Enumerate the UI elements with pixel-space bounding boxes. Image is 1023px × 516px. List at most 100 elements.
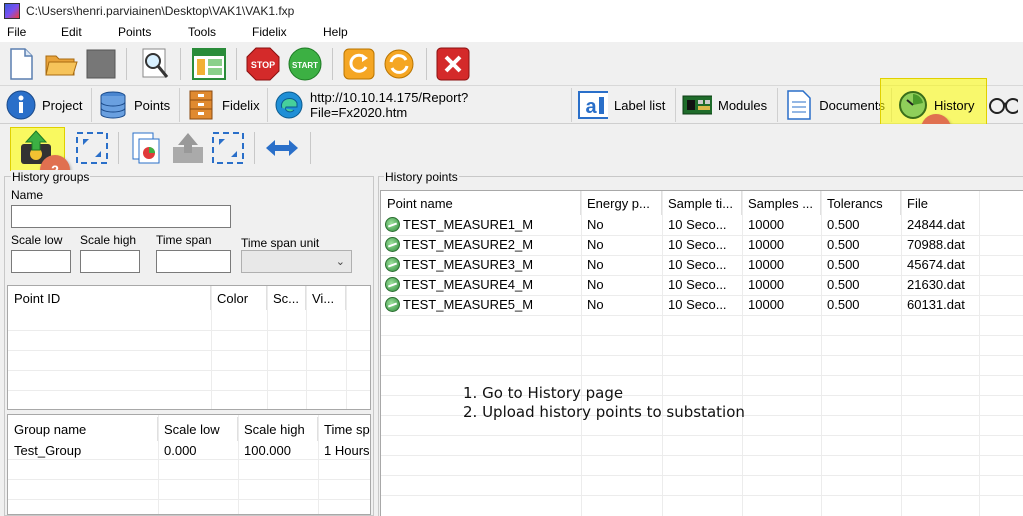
cell-samples: 10000 — [748, 297, 785, 312]
label-icon: a — [578, 90, 608, 120]
nav-report-url[interactable]: http://10.10.14.175/Report?File=Fx2020.h… — [270, 88, 572, 122]
sync-arrows-icon — [212, 132, 244, 164]
group-row-scale-low[interactable]: 0.000 — [158, 443, 238, 458]
group-name-input[interactable] — [11, 205, 231, 228]
table-row[interactable]: TEST_MEASURE1_M — [383, 217, 581, 232]
new-file-button[interactable] — [4, 46, 38, 82]
cell-samples: 10000 — [748, 217, 785, 232]
search-document-button[interactable] — [138, 46, 172, 82]
svg-text:START: START — [292, 61, 318, 70]
refresh-arrows-icon — [76, 132, 108, 164]
col-file[interactable]: File — [901, 191, 1023, 215]
refresh-history-button[interactable] — [74, 130, 110, 166]
point-icon — [385, 257, 400, 272]
document-icon — [784, 90, 813, 120]
start-button[interactable]: START — [288, 46, 322, 82]
cell-sample-time: 10 Seco... — [668, 277, 727, 292]
stop-button[interactable]: STOP — [246, 46, 280, 82]
menu-bar: File Edit Points Tools Fidelix Help — [0, 22, 1023, 42]
scale-low-input[interactable] — [11, 250, 71, 273]
history-clock-icon — [898, 90, 928, 120]
col-color[interactable]: Color — [211, 286, 267, 310]
col-energy[interactable]: Energy p... — [581, 191, 662, 215]
nav-glasses[interactable] — [984, 88, 1023, 122]
menu-points[interactable]: Points — [118, 25, 151, 39]
time-span-input[interactable] — [156, 250, 231, 273]
refresh-button[interactable] — [342, 46, 376, 82]
sync-history-button[interactable] — [210, 130, 246, 166]
menu-fidelix[interactable]: Fidelix — [252, 25, 287, 39]
table-row[interactable]: TEST_MEASURE3_M — [383, 257, 581, 272]
group-points-table[interactable]: Point ID Color Sc... Vi... — [7, 285, 371, 410]
cell-energy: No — [587, 277, 604, 292]
table-row[interactable]: TEST_MEASURE2_M — [383, 237, 581, 252]
window-title: C:\Users\henri.parviainen\Desktop\VAK1\V… — [26, 4, 295, 18]
nav-project[interactable]: Project — [2, 88, 92, 122]
instructions-annotation: 1. Go to History page 2. Upload history … — [463, 384, 745, 422]
scale-high-input[interactable] — [80, 250, 140, 273]
menu-edit[interactable]: Edit — [61, 25, 82, 39]
history-points-table[interactable]: Point name Energy p... Sample ti... Samp… — [380, 190, 1023, 516]
time-span-unit-select[interactable]: ⌄ — [241, 250, 352, 273]
menu-help[interactable]: Help — [323, 25, 348, 39]
col-sample-time[interactable]: Sample ti... — [662, 191, 742, 215]
menu-tools[interactable]: Tools — [188, 25, 216, 39]
svg-text:STOP: STOP — [251, 60, 275, 70]
nav-documents[interactable]: Documents — [780, 88, 892, 122]
col-visible[interactable]: Vi... — [306, 286, 346, 310]
nav-modules[interactable]: Modules — [678, 88, 778, 122]
save-button[interactable] — [84, 46, 118, 82]
table-row[interactable]: TEST_MEASURE5_M — [383, 297, 581, 312]
nav-label-list[interactable]: a Label list — [574, 88, 676, 122]
report-button[interactable] — [128, 130, 164, 166]
close-button[interactable] — [436, 46, 470, 82]
start-icon: START — [288, 47, 322, 81]
col-point-id[interactable]: Point ID — [8, 286, 211, 310]
upload-gray-icon — [173, 133, 203, 163]
group-row-scale-high[interactable]: 100.000 — [238, 443, 318, 458]
col-samples[interactable]: Samples ... — [742, 191, 821, 215]
title-bar: C:\Users\henri.parviainen\Desktop\VAK1\V… — [0, 0, 1023, 22]
table-row[interactable]: TEST_MEASURE4_M — [383, 277, 581, 292]
history-groups-title: History groups — [11, 170, 91, 184]
point-icon — [385, 297, 400, 312]
groups-table[interactable]: Group name Scale low Scale high Time sp … — [7, 414, 371, 515]
col-point-name[interactable]: Point name — [381, 191, 581, 215]
cell-energy: No — [587, 297, 604, 312]
open-folder-button[interactable] — [44, 46, 78, 82]
col-group-scale-high[interactable]: Scale high — [238, 417, 318, 441]
menu-file[interactable]: File — [7, 25, 26, 39]
nav-fidelix[interactable]: Fidelix — [182, 88, 268, 122]
main-toolbar: STOP START — [0, 42, 1023, 86]
col-scale[interactable]: Sc... — [267, 286, 306, 310]
cell-energy: No — [587, 237, 604, 252]
instruction-step-1: 1. Go to History page — [463, 384, 624, 402]
cell-tolerance: 0.500 — [827, 237, 860, 252]
cell-samples: 10000 — [748, 277, 785, 292]
glasses-icon — [988, 90, 1018, 120]
col-group-scale-low[interactable]: Scale low — [158, 417, 238, 441]
nav-modules-label: Modules — [718, 97, 768, 113]
stop-icon: STOP — [246, 47, 280, 81]
layout-button[interactable] — [192, 46, 226, 82]
cell-sample-time: 10 Seco... — [668, 297, 727, 312]
open-folder-icon — [45, 55, 78, 76]
col-group-name[interactable]: Group name — [8, 417, 158, 441]
double-arrow-icon — [266, 140, 298, 156]
sync-button[interactable] — [382, 46, 416, 82]
resize-columns-button[interactable] — [264, 130, 300, 166]
info-icon — [6, 90, 36, 120]
group-row-name[interactable]: Test_Group — [8, 443, 158, 458]
cell-tolerance: 0.500 — [827, 297, 860, 312]
circuit-board-icon — [682, 90, 712, 120]
col-tolerance[interactable]: Tolerancs — [821, 191, 901, 215]
group-row-time-span[interactable]: 1 Hours — [318, 443, 370, 458]
point-name: TEST_MEASURE2_M — [403, 237, 534, 252]
sync-icon — [384, 49, 414, 79]
search-document-icon — [142, 48, 169, 78]
layout-window-icon — [192, 48, 226, 80]
col-group-time-span[interactable]: Time sp — [318, 417, 370, 441]
upload-disabled-button[interactable] — [170, 130, 206, 166]
cell-tolerance: 0.500 — [827, 257, 860, 272]
nav-points[interactable]: Points — [94, 88, 180, 122]
